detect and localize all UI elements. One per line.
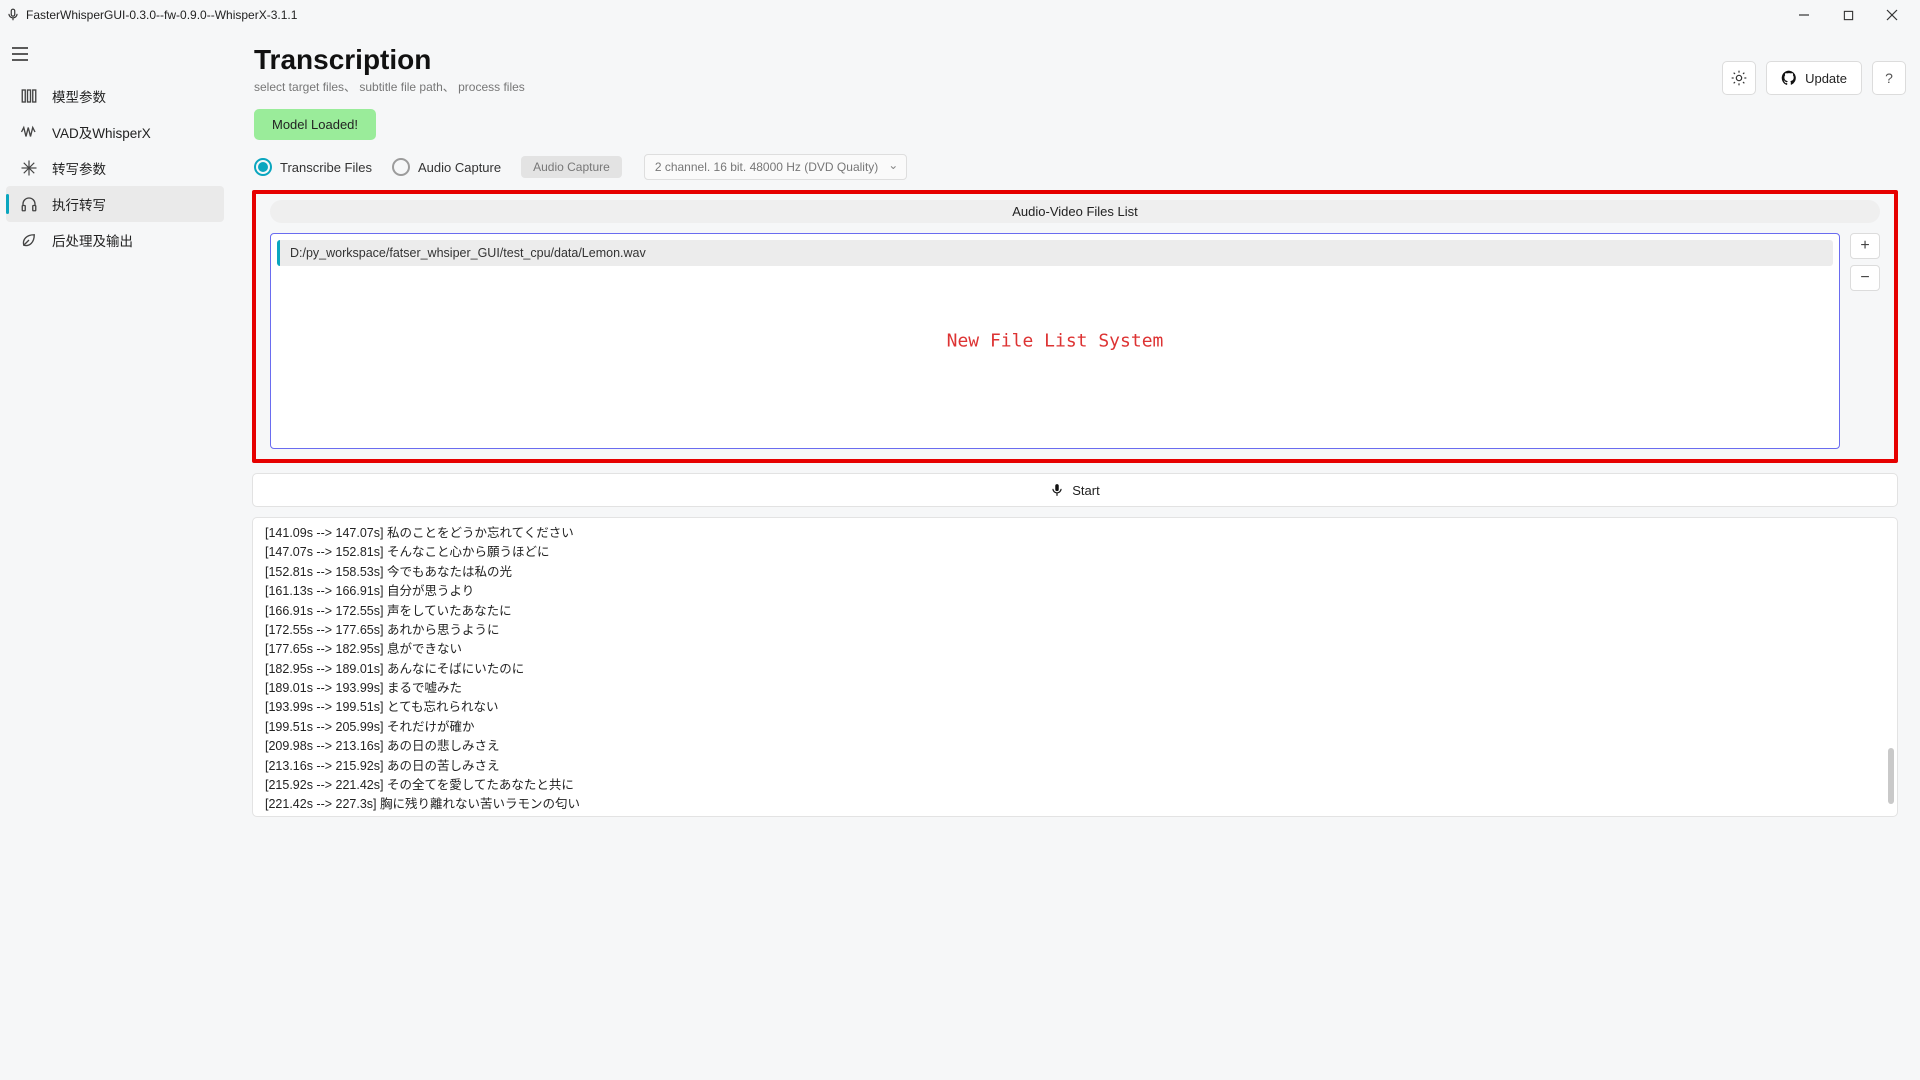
start-button[interactable]: Start <box>252 473 1898 507</box>
sidebar-item-label: 模型参数 <box>52 86 106 106</box>
plus-icon: + <box>1860 237 1869 255</box>
sliders-icon <box>20 87 38 105</box>
radio-transcribe-label: Transcribe Files <box>280 160 372 175</box>
minimize-button[interactable] <box>1782 0 1826 30</box>
radio-transcribe-files[interactable] <box>254 158 272 176</box>
theme-toggle-button[interactable] <box>1722 61 1756 95</box>
leaf-icon <box>20 231 38 249</box>
file-list-item[interactable]: D:/py_workspace/fatser_whsiper_GUI/test_… <box>277 240 1833 266</box>
log-line: [209.98s --> 213.16s] あの日の悲しみさえ <box>265 737 1885 756</box>
log-line: [215.92s --> 221.42s] その全てを愛してたあなたと共に <box>265 776 1885 795</box>
wave-icon <box>20 123 38 141</box>
sidebar-item-label: 执行转写 <box>52 194 106 214</box>
minus-icon: − <box>1860 269 1869 287</box>
log-line: [141.09s --> 147.07s] 私のことをどうか忘れてください <box>265 524 1885 543</box>
start-label: Start <box>1072 483 1099 498</box>
page-subtitle: select target files、 subtitle file path、… <box>254 78 1722 95</box>
file-path: D:/py_workspace/fatser_whsiper_GUI/test_… <box>290 246 646 260</box>
sun-icon <box>1731 70 1747 86</box>
headphones-icon <box>20 195 38 213</box>
radio-audio-capture-label: Audio Capture <box>418 160 501 175</box>
model-status-badge: Model Loaded! <box>254 109 376 140</box>
log-line: [193.99s --> 199.51s] とても忘れられない <box>265 698 1885 717</box>
hamburger-button[interactable] <box>0 36 40 72</box>
sidebar-item-model-params[interactable]: 模型参数 <box>6 78 224 114</box>
audio-capture-button[interactable]: Audio Capture <box>521 156 622 178</box>
log-line: [147.07s --> 152.81s] そんなこと心から願うほどに <box>265 543 1885 562</box>
log-line: [227.3s --> 232.52s] 雨が降り止むまでは帰れない <box>265 815 1885 817</box>
add-file-button[interactable]: + <box>1850 233 1880 259</box>
audio-quality-dropdown[interactable]: 2 channel. 16 bit. 48000 Hz (DVD Quality… <box>644 154 907 180</box>
log-line: [199.51s --> 205.99s] それだけが確か <box>265 718 1885 737</box>
log-scrollbar[interactable] <box>1888 748 1894 804</box>
log-line: [166.91s --> 172.55s] 声をしていたあなたに <box>265 602 1885 621</box>
log-line: [213.16s --> 215.92s] あの日の苦しみさえ <box>265 757 1885 776</box>
update-label: Update <box>1805 71 1847 86</box>
snow-icon <box>20 159 38 177</box>
remove-file-button[interactable]: − <box>1850 265 1880 291</box>
sidebar-item-run-transcribe[interactable]: 执行转写 <box>6 186 224 222</box>
file-list-overlay-text: New File List System <box>947 331 1164 352</box>
log-line: [172.55s --> 177.65s] あれから思うように <box>265 621 1885 640</box>
help-button[interactable]: ? <box>1872 61 1906 95</box>
page-title: Transcription <box>254 44 1722 76</box>
transcription-log[interactable]: [141.09s --> 147.07s] 私のことをどうか忘れてください[14… <box>252 517 1898 817</box>
radio-audio-capture[interactable] <box>392 158 410 176</box>
sidebar-item-label: 转写参数 <box>52 158 106 178</box>
log-line: [177.65s --> 182.95s] 息ができない <box>265 640 1885 659</box>
maximize-button[interactable] <box>1826 0 1870 30</box>
log-line: [182.95s --> 189.01s] あんなにそばにいたのに <box>265 660 1885 679</box>
sidebar-item-transcribe-params[interactable]: 转写参数 <box>6 150 224 186</box>
file-list-pane[interactable]: D:/py_workspace/fatser_whsiper_GUI/test_… <box>270 233 1840 449</box>
update-button[interactable]: Update <box>1766 61 1862 95</box>
log-line: [221.42s --> 227.3s] 胸に残り離れない苦いラモンの匂い <box>265 795 1885 814</box>
sidebar: 模型参数 VAD及WhisperX 转写参数 执行转写 后处理及输出 <box>0 30 230 1080</box>
file-list-section: Audio-Video Files List D:/py_workspace/f… <box>252 190 1898 463</box>
log-line: [152.81s --> 158.53s] 今でもあなたは私の光 <box>265 563 1885 582</box>
app-icon <box>6 8 20 22</box>
sidebar-item-label: VAD及WhisperX <box>52 122 151 142</box>
question-icon: ? <box>1885 70 1893 86</box>
log-line: [161.13s --> 166.91s] 自分が思うより <box>265 582 1885 601</box>
file-list-header: Audio-Video Files List <box>270 200 1880 223</box>
mode-row: Transcribe Files Audio Capture Audio Cap… <box>244 154 1906 190</box>
sidebar-item-postprocess[interactable]: 后处理及输出 <box>6 222 224 258</box>
close-button[interactable] <box>1870 0 1914 30</box>
sidebar-item-label: 后处理及输出 <box>52 230 133 250</box>
log-line: [189.01s --> 193.99s] まるで嘘みた <box>265 679 1885 698</box>
main-content: Transcription select target files、 subti… <box>230 30 1920 1080</box>
microphone-icon <box>1050 483 1064 497</box>
window-title: FasterWhisperGUI-0.3.0--fw-0.9.0--Whispe… <box>26 8 297 22</box>
title-bar: FasterWhisperGUI-0.3.0--fw-0.9.0--Whispe… <box>0 0 1920 30</box>
github-icon <box>1781 70 1797 86</box>
sidebar-item-vad-whisperx[interactable]: VAD及WhisperX <box>6 114 224 150</box>
